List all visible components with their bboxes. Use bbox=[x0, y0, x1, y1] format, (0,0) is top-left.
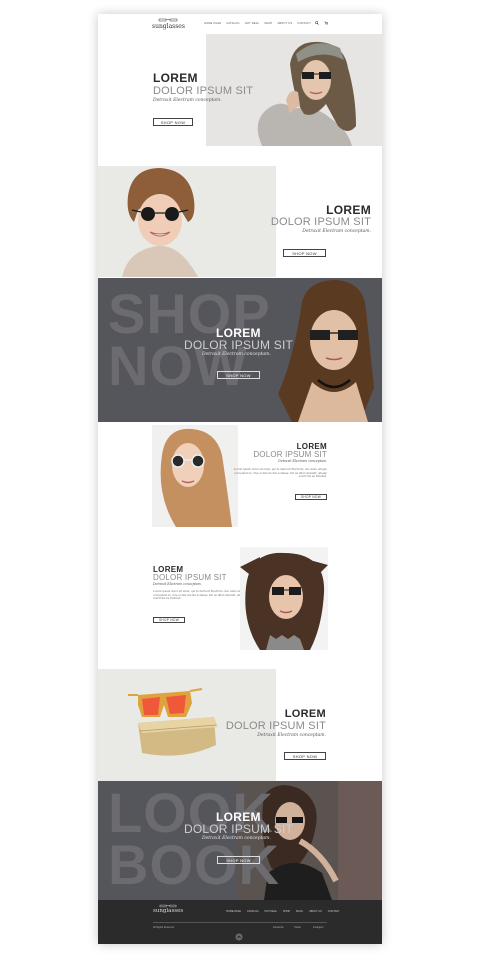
nav-home[interactable]: HOME PAGE bbox=[204, 22, 221, 25]
hero-7-tagline: Detraxit Electram conceptam. bbox=[202, 836, 271, 841]
footer-copyright: All Rights Reserved bbox=[153, 926, 174, 929]
feature-1-subtitle: DOLOR IPSUM SIT bbox=[253, 450, 327, 459]
footer-logo[interactable]: sunglasses bbox=[153, 904, 183, 914]
nav-about[interactable]: ABOUT US bbox=[277, 22, 292, 25]
footer-social-instagram[interactable]: Instagram bbox=[313, 926, 324, 929]
product-6-tagline: Detraxit Electram conceptam. bbox=[257, 733, 326, 738]
product-5-image bbox=[240, 547, 328, 650]
look-book-band: LOOK BOOK LOREM DOLOR IPSUM SIT Detraxit… bbox=[98, 781, 382, 900]
footer-nav: HOME PAGE CATALOG HOT DEAL SHOP BLOG ABO… bbox=[226, 910, 340, 913]
main-nav: HOME PAGE CATALOG HOT DEAL SHOP ABOUT US… bbox=[204, 22, 311, 25]
hero-1-shop-now-button[interactable]: SHOP NOW bbox=[153, 118, 193, 126]
footer: sunglasses HOME PAGE CATALOG HOT DEAL SH… bbox=[98, 900, 382, 944]
hero-2-shop-now-button[interactable]: SHOP NOW bbox=[283, 249, 326, 257]
footer-nav-about[interactable]: ABOUT US bbox=[309, 910, 322, 913]
footer-nav-home[interactable]: HOME PAGE bbox=[226, 910, 241, 913]
hero-2-subtitle: DOLOR IPSUM SIT bbox=[270, 216, 371, 228]
product-6-shop-now-button[interactable]: SHOP NOW bbox=[284, 752, 326, 760]
hero-7-subtitle: DOLOR IPSUM SIT bbox=[184, 822, 294, 836]
footer-logo-text: sunglasses bbox=[153, 908, 184, 914]
hero-1-tagline: Detraxit Electram conceptam. bbox=[153, 98, 222, 103]
glasses-logo-icon bbox=[159, 18, 178, 22]
hero-3-shop-now-button[interactable]: SHOP NOW bbox=[217, 371, 260, 379]
shop-now-band: SHOP NOW LOREM DOLOR IPSUM SIT Detraxit … bbox=[98, 278, 382, 422]
hero-2-tagline: Detraxit Electram conceptam. bbox=[302, 229, 371, 234]
footer-social-twitter[interactable]: Twitter bbox=[294, 926, 301, 929]
footer-nav-hot-deal[interactable]: HOT DEAL bbox=[265, 910, 277, 913]
hero-1-subtitle: DOLOR IPSUM SIT bbox=[153, 85, 254, 97]
model-5-photo bbox=[240, 552, 328, 650]
product-6-title: LOREM bbox=[284, 708, 326, 720]
search-icon[interactable] bbox=[315, 21, 319, 25]
feature-1-paragraph: Lorem ipsum dolor sit amet, qui te detra… bbox=[233, 468, 327, 479]
feature-1-shop-now-button[interactable]: SHOP NOW bbox=[295, 494, 327, 500]
hero-3-subtitle: DOLOR IPSUM SIT bbox=[184, 338, 294, 352]
footer-social-facebook[interactable]: Facebook bbox=[273, 926, 284, 929]
scroll-top-icon[interactable] bbox=[235, 933, 243, 941]
page: sunglasses HOME PAGE CATALOG HOT DEAL SH… bbox=[98, 14, 382, 944]
footer-nav-blog[interactable]: BLOG bbox=[296, 910, 303, 913]
logo[interactable]: sunglasses bbox=[152, 18, 185, 30]
hero-1-title: LOREM bbox=[153, 71, 198, 85]
footer-nav-contact[interactable]: CONTACT bbox=[328, 910, 340, 913]
feature-2-tagline: Detraxit Electram conceptam. bbox=[153, 582, 202, 586]
feature-2-paragraph: Lorem ipsum dolor sit amet, qui te detra… bbox=[153, 590, 247, 601]
feature-2-subtitle: DOLOR IPSUM SIT bbox=[153, 573, 227, 582]
footer-divider bbox=[153, 922, 327, 923]
bg-text-book: BOOK bbox=[108, 833, 280, 896]
nav-catalog[interactable]: CATALOG bbox=[226, 22, 239, 25]
feature-1-tagline: Detraxit Electram conceptam. bbox=[278, 459, 327, 463]
hero-2-title: LOREM bbox=[326, 203, 371, 217]
hero-3-tagline: Detraxit Electram conceptam. bbox=[202, 352, 271, 357]
nav-contact[interactable]: CONTACT bbox=[297, 22, 311, 25]
footer-nav-shop[interactable]: SHOP bbox=[283, 910, 290, 913]
cart-icon[interactable] bbox=[324, 21, 328, 25]
nav-hot-deal[interactable]: HOT DEAL bbox=[245, 22, 260, 25]
product-4-image bbox=[152, 425, 238, 527]
hero-7-shop-now-button[interactable]: SHOP NOW bbox=[217, 856, 260, 864]
feature-2-shop-now-button[interactable]: SHOP NOW bbox=[153, 617, 185, 623]
logo-text: sunglasses bbox=[152, 23, 185, 30]
product-6-subtitle: DOLOR IPSUM SIT bbox=[225, 720, 326, 732]
nav-shop[interactable]: SHOP bbox=[264, 22, 272, 25]
model-4-photo bbox=[160, 428, 232, 527]
footer-nav-catalog[interactable]: CATALOG bbox=[247, 910, 259, 913]
